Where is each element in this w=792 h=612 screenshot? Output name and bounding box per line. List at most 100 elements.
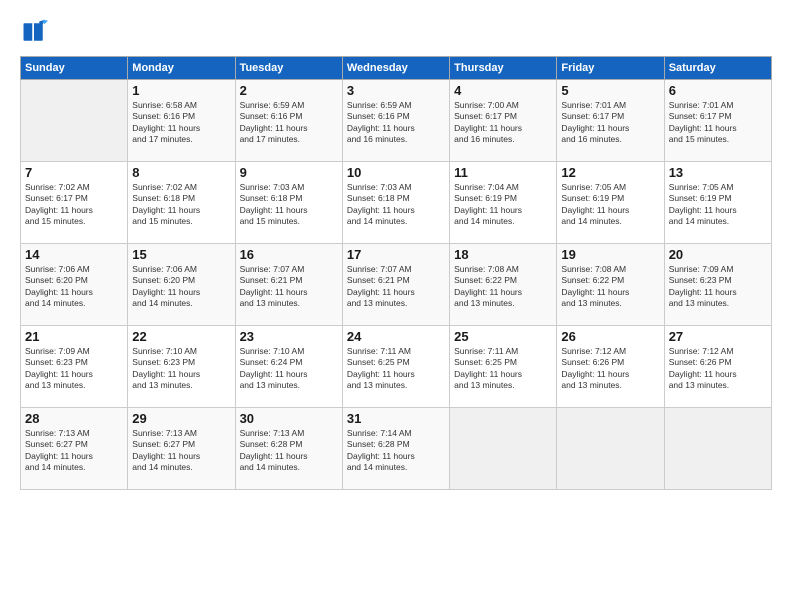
day-number: 22 xyxy=(132,329,230,344)
day-number: 18 xyxy=(454,247,552,262)
calendar-cell: 30 Sunrise: 7:13 AM Sunset: 6:28 PM Dayli… xyxy=(235,408,342,490)
day-info: Sunrise: 7:01 AM Sunset: 6:17 PM Dayligh… xyxy=(561,100,659,146)
calendar-cell: 8 Sunrise: 7:02 AM Sunset: 6:18 PM Daylig… xyxy=(128,162,235,244)
day-number: 7 xyxy=(25,165,123,180)
logo xyxy=(20,18,52,46)
day-info: Sunrise: 7:11 AM Sunset: 6:25 PM Dayligh… xyxy=(347,346,445,392)
day-number: 30 xyxy=(240,411,338,426)
calendar-cell: 18 Sunrise: 7:08 AM Sunset: 6:22 PM Dayli… xyxy=(450,244,557,326)
calendar-cell: 31Sunrise: 7:14 AM Sunset: 6:28 PM Dayli… xyxy=(342,408,449,490)
day-number: 23 xyxy=(240,329,338,344)
calendar-cell: 20 Sunrise: 7:09 AM Sunset: 6:23 PM Dayli… xyxy=(664,244,771,326)
calendar-cell: 9Sunrise: 7:03 AM Sunset: 6:18 PM Daylig… xyxy=(235,162,342,244)
day-info: Sunrise: 7:04 AM Sunset: 6:19 PM Dayligh… xyxy=(454,182,552,228)
day-number: 29 xyxy=(132,411,230,426)
calendar-cell: 26 Sunrise: 7:12 AM Sunset: 6:26 PM Dayli… xyxy=(557,326,664,408)
day-info: Sunrise: 7:05 AM Sunset: 6:19 PM Dayligh… xyxy=(561,182,659,228)
day-number: 1 xyxy=(132,83,230,98)
day-info: Sunrise: 7:06 AM Sunset: 6:20 PM Dayligh… xyxy=(132,264,230,310)
calendar-cell xyxy=(450,408,557,490)
day-number: 3 xyxy=(347,83,445,98)
day-info: Sunrise: 7:10 AM Sunset: 6:24 PM Dayligh… xyxy=(240,346,338,392)
calendar-cell: 28 Sunrise: 7:13 AM Sunset: 6:27 PM Dayli… xyxy=(21,408,128,490)
day-header: Sunday xyxy=(21,57,128,80)
day-number: 14 xyxy=(25,247,123,262)
day-number: 24 xyxy=(347,329,445,344)
calendar-cell: 10 Sunrise: 7:03 AM Sunset: 6:18 PM Dayli… xyxy=(342,162,449,244)
day-info: Sunrise: 6:58 AM Sunset: 6:16 PM Dayligh… xyxy=(132,100,230,146)
day-number: 20 xyxy=(669,247,767,262)
day-info: Sunrise: 7:09 AM Sunset: 6:23 PM Dayligh… xyxy=(25,346,123,392)
day-info: Sunrise: 6:59 AM Sunset: 6:16 PM Dayligh… xyxy=(240,100,338,146)
calendar-cell: 6Sunrise: 7:01 AM Sunset: 6:17 PM Daylig… xyxy=(664,80,771,162)
day-header: Tuesday xyxy=(235,57,342,80)
calendar-week-row: 21 Sunrise: 7:09 AM Sunset: 6:23 PM Dayli… xyxy=(21,326,772,408)
day-info: Sunrise: 7:02 AM Sunset: 6:17 PM Dayligh… xyxy=(25,182,123,228)
day-number: 13 xyxy=(669,165,767,180)
day-info: Sunrise: 7:00 AM Sunset: 6:17 PM Dayligh… xyxy=(454,100,552,146)
day-number: 26 xyxy=(561,329,659,344)
day-info: Sunrise: 7:13 AM Sunset: 6:28 PM Dayligh… xyxy=(240,428,338,474)
day-number: 12 xyxy=(561,165,659,180)
header-row: SundayMondayTuesdayWednesdayThursdayFrid… xyxy=(21,57,772,80)
day-info: Sunrise: 7:03 AM Sunset: 6:18 PM Dayligh… xyxy=(347,182,445,228)
day-number: 21 xyxy=(25,329,123,344)
day-info: Sunrise: 7:07 AM Sunset: 6:21 PM Dayligh… xyxy=(347,264,445,310)
calendar-cell: 22 Sunrise: 7:10 AM Sunset: 6:23 PM Dayli… xyxy=(128,326,235,408)
day-number: 28 xyxy=(25,411,123,426)
calendar-cell: 24 Sunrise: 7:11 AM Sunset: 6:25 PM Dayli… xyxy=(342,326,449,408)
calendar-week-row: 28 Sunrise: 7:13 AM Sunset: 6:27 PM Dayli… xyxy=(21,408,772,490)
day-info: Sunrise: 7:11 AM Sunset: 6:25 PM Dayligh… xyxy=(454,346,552,392)
day-number: 25 xyxy=(454,329,552,344)
calendar-cell: 23 Sunrise: 7:10 AM Sunset: 6:24 PM Dayli… xyxy=(235,326,342,408)
day-number: 16 xyxy=(240,247,338,262)
calendar-cell: 17 Sunrise: 7:07 AM Sunset: 6:21 PM Dayli… xyxy=(342,244,449,326)
day-info: Sunrise: 7:09 AM Sunset: 6:23 PM Dayligh… xyxy=(669,264,767,310)
header xyxy=(20,18,772,46)
calendar-week-row: 7 Sunrise: 7:02 AM Sunset: 6:17 PM Daylig… xyxy=(21,162,772,244)
day-info: Sunrise: 7:05 AM Sunset: 6:19 PM Dayligh… xyxy=(669,182,767,228)
day-info: Sunrise: 7:07 AM Sunset: 6:21 PM Dayligh… xyxy=(240,264,338,310)
day-info: Sunrise: 7:03 AM Sunset: 6:18 PM Dayligh… xyxy=(240,182,338,228)
calendar-cell: 19 Sunrise: 7:08 AM Sunset: 6:22 PM Dayli… xyxy=(557,244,664,326)
day-number: 19 xyxy=(561,247,659,262)
calendar-cell: 14Sunrise: 7:06 AM Sunset: 6:20 PM Dayli… xyxy=(21,244,128,326)
day-number: 17 xyxy=(347,247,445,262)
calendar-week-row: 1 Sunrise: 6:58 AM Sunset: 6:16 PM Daylig… xyxy=(21,80,772,162)
logo-icon xyxy=(20,18,48,46)
page: SundayMondayTuesdayWednesdayThursdayFrid… xyxy=(0,0,792,612)
day-info: Sunrise: 7:08 AM Sunset: 6:22 PM Dayligh… xyxy=(561,264,659,310)
calendar-cell: 25 Sunrise: 7:11 AM Sunset: 6:25 PM Dayli… xyxy=(450,326,557,408)
calendar-cell xyxy=(664,408,771,490)
calendar-cell: 4 Sunrise: 7:00 AM Sunset: 6:17 PM Daylig… xyxy=(450,80,557,162)
calendar-cell: 1 Sunrise: 6:58 AM Sunset: 6:16 PM Daylig… xyxy=(128,80,235,162)
day-number: 15 xyxy=(132,247,230,262)
day-info: Sunrise: 7:10 AM Sunset: 6:23 PM Dayligh… xyxy=(132,346,230,392)
day-number: 8 xyxy=(132,165,230,180)
day-info: Sunrise: 7:08 AM Sunset: 6:22 PM Dayligh… xyxy=(454,264,552,310)
day-number: 10 xyxy=(347,165,445,180)
calendar-cell: 5Sunrise: 7:01 AM Sunset: 6:17 PM Daylig… xyxy=(557,80,664,162)
calendar-cell: 15 Sunrise: 7:06 AM Sunset: 6:20 PM Dayli… xyxy=(128,244,235,326)
day-info: Sunrise: 7:13 AM Sunset: 6:27 PM Dayligh… xyxy=(25,428,123,474)
day-header: Friday xyxy=(557,57,664,80)
calendar-cell: 12 Sunrise: 7:05 AM Sunset: 6:19 PM Dayli… xyxy=(557,162,664,244)
calendar-cell: 13 Sunrise: 7:05 AM Sunset: 6:19 PM Dayli… xyxy=(664,162,771,244)
day-header: Thursday xyxy=(450,57,557,80)
day-info: Sunrise: 7:12 AM Sunset: 6:26 PM Dayligh… xyxy=(561,346,659,392)
calendar-cell: 16 Sunrise: 7:07 AM Sunset: 6:21 PM Dayli… xyxy=(235,244,342,326)
day-number: 11 xyxy=(454,165,552,180)
calendar-cell: 27 Sunrise: 7:12 AM Sunset: 6:26 PM Dayli… xyxy=(664,326,771,408)
day-number: 6 xyxy=(669,83,767,98)
day-info: Sunrise: 7:12 AM Sunset: 6:26 PM Dayligh… xyxy=(669,346,767,392)
day-number: 27 xyxy=(669,329,767,344)
day-number: 31 xyxy=(347,411,445,426)
day-number: 4 xyxy=(454,83,552,98)
calendar-cell: 7 Sunrise: 7:02 AM Sunset: 6:17 PM Daylig… xyxy=(21,162,128,244)
day-header: Wednesday xyxy=(342,57,449,80)
calendar-cell: 21 Sunrise: 7:09 AM Sunset: 6:23 PM Dayli… xyxy=(21,326,128,408)
calendar-cell xyxy=(21,80,128,162)
calendar-week-row: 14 Sunrise: 7:06 AM Sunset: 6:20 PM Dayli… xyxy=(21,244,772,326)
day-info: Sunrise: 7:02 AM Sunset: 6:18 PM Dayligh… xyxy=(132,182,230,228)
calendar-cell: 29Sunrise: 7:13 AM Sunset: 6:27 PM Dayli… xyxy=(128,408,235,490)
